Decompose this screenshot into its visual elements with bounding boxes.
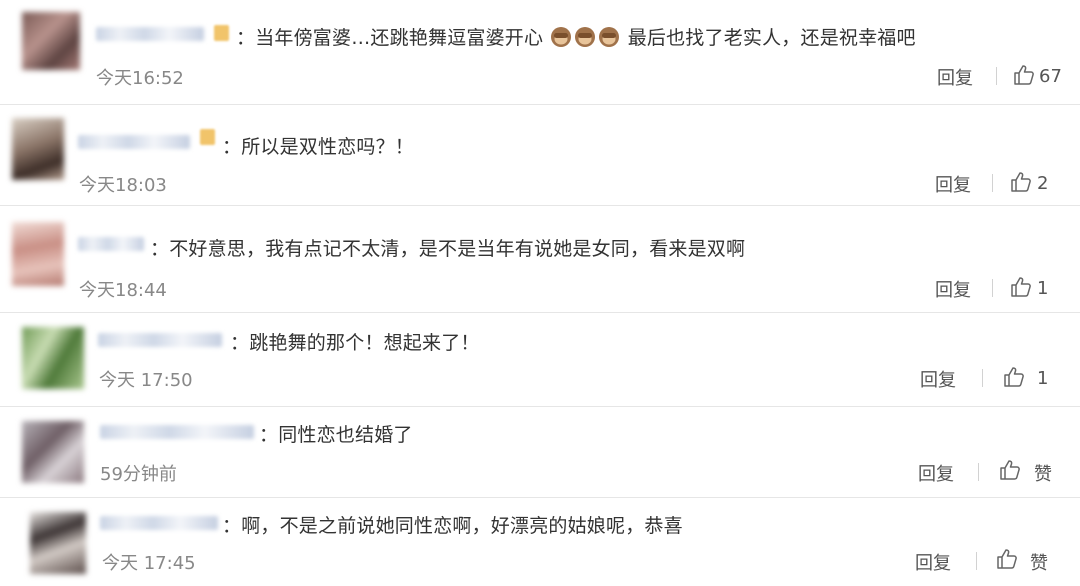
comment-time: 今天18:44 xyxy=(79,280,167,301)
comment-4: ：跳艳舞的那个！想起来了！ 今天 17:50 回复 1 xyxy=(0,313,1080,406)
thumbs-up-icon[interactable] xyxy=(999,459,1021,481)
like-count: 1 xyxy=(1037,368,1049,389)
comment-text: ：当年傍富婆…还跳艳舞逗富婆开心 最后也找了老实人，还是祝幸福吧 xyxy=(236,23,916,50)
reply-button[interactable]: 回复 xyxy=(935,171,971,197)
avatar[interactable] xyxy=(22,421,84,483)
divider xyxy=(978,463,979,481)
see-no-evil-monkey-icon xyxy=(599,27,620,47)
like-count: 67 xyxy=(1039,66,1062,87)
vip-badge-icon xyxy=(214,25,229,41)
comment-text: ：啊，不是之前说她同性恋啊，好漂亮的姑娘呢，恭喜 xyxy=(222,515,683,537)
like-count[interactable]: 赞 xyxy=(1030,549,1048,575)
username[interactable] xyxy=(98,333,222,347)
like-count: 2 xyxy=(1037,173,1049,194)
comment-time: 今天18:03 xyxy=(79,175,167,196)
username[interactable] xyxy=(78,237,144,251)
username[interactable] xyxy=(96,27,204,41)
see-no-evil-monkey-icon xyxy=(575,27,596,47)
divider xyxy=(976,552,977,570)
comment-5: ：同性恋也结婚了 59分钟前 回复 赞 xyxy=(0,407,1080,497)
username[interactable] xyxy=(100,516,218,530)
thumbs-up-icon[interactable] xyxy=(1010,171,1032,193)
like-count: 1 xyxy=(1037,278,1049,299)
comment-6: ：啊，不是之前说她同性恋啊，好漂亮的姑娘呢，恭喜 今天 17:45 回复 赞 xyxy=(0,498,1080,586)
comment-text-part-1: ：当年傍富婆…还跳艳舞逗富婆开心 xyxy=(236,27,544,49)
reply-button[interactable]: 回复 xyxy=(937,64,973,90)
reply-button[interactable]: 回复 xyxy=(915,549,951,575)
thumbs-up-icon[interactable] xyxy=(1003,366,1025,388)
comment-time: 59分钟前 xyxy=(100,464,177,485)
like-count[interactable]: 赞 xyxy=(1034,460,1052,486)
thumbs-up-icon[interactable] xyxy=(1013,64,1035,86)
comment-text: ：同性恋也结婚了 xyxy=(259,424,413,446)
reply-button[interactable]: 回复 xyxy=(920,366,956,392)
divider xyxy=(982,369,983,387)
comment-text: ：跳艳舞的那个！想起来了！ xyxy=(230,332,480,354)
thumbs-up-icon[interactable] xyxy=(1010,276,1032,298)
reply-button[interactable]: 回复 xyxy=(935,276,971,302)
vip-badge-icon xyxy=(200,129,215,145)
avatar[interactable] xyxy=(12,118,64,180)
reply-button[interactable]: 回复 xyxy=(918,460,954,486)
comment-time: 今天 17:50 xyxy=(99,370,193,391)
avatar[interactable] xyxy=(22,327,84,389)
divider xyxy=(992,174,993,192)
username[interactable] xyxy=(78,135,190,149)
divider xyxy=(996,67,997,85)
comment-3: ：不好意思，我有点记不太清，是不是当年有说她是女同，看来是双啊 今天18:44 … xyxy=(0,206,1080,312)
divider xyxy=(992,279,993,297)
comment-2: ：所以是双性恋吗？！ 今天18:03 回复 2 xyxy=(0,105,1080,205)
thumbs-up-icon[interactable] xyxy=(996,548,1018,570)
comment-1: ：当年傍富婆…还跳艳舞逗富婆开心 最后也找了老实人，还是祝幸福吧 今天16:52… xyxy=(0,0,1080,104)
avatar[interactable] xyxy=(12,222,64,286)
comment-text: ：所以是双性恋吗？！ xyxy=(222,136,415,158)
username[interactable] xyxy=(100,425,254,439)
comment-time: 今天 17:45 xyxy=(102,553,196,574)
avatar[interactable] xyxy=(30,512,86,574)
avatar[interactable] xyxy=(22,12,80,70)
see-no-evil-monkey-icon xyxy=(551,27,572,47)
comment-text: ：不好意思，我有点记不太清，是不是当年有说她是女同，看来是双啊 xyxy=(150,238,746,260)
comment-time: 今天16:52 xyxy=(96,68,184,89)
comment-text-part-2: 最后也找了老实人，还是祝幸福吧 xyxy=(627,27,916,49)
